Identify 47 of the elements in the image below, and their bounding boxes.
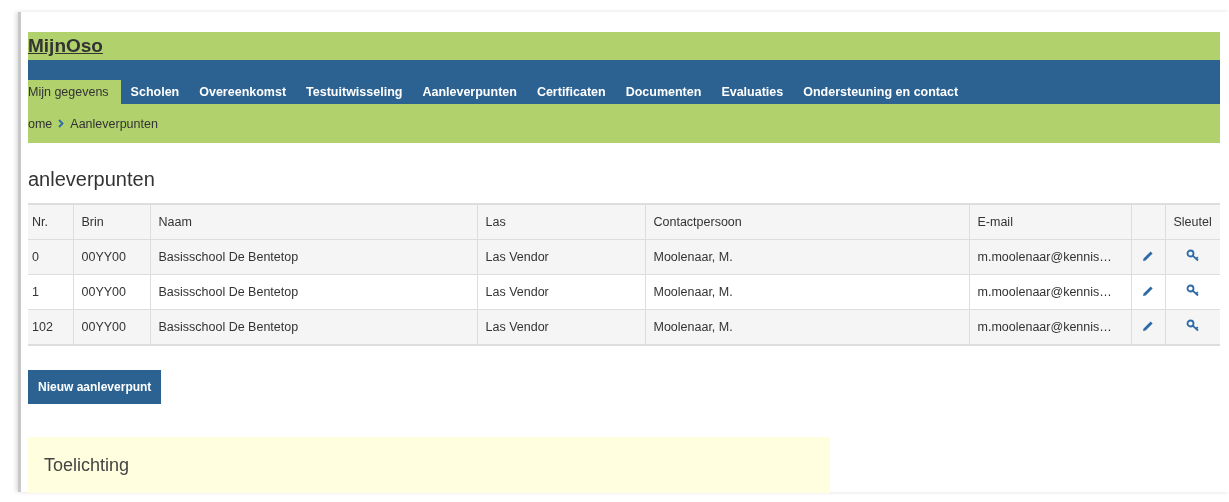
pencil-icon[interactable] bbox=[1142, 319, 1154, 332]
column-header: E-mail bbox=[969, 204, 1131, 240]
table-cell: Basisschool De Bentetop bbox=[150, 239, 477, 275]
table-cell: 00YY00 bbox=[73, 309, 150, 345]
nav-tab[interactable]: Documenten bbox=[615, 80, 712, 104]
column-header: Nr. bbox=[28, 204, 73, 240]
page-heading: anleverpunten bbox=[28, 168, 156, 191]
nav-tab[interactable]: Testuitwisseling bbox=[296, 80, 413, 104]
chevron-icon bbox=[58, 119, 65, 128]
table-cell: m.moolenaar@kennis… bbox=[969, 239, 1131, 275]
nav-tab[interactable]: Certificaten bbox=[526, 80, 616, 104]
key-icon[interactable] bbox=[1185, 284, 1200, 297]
table-cell: 00YY00 bbox=[73, 239, 150, 275]
table-cell: 00YY00 bbox=[73, 274, 150, 310]
table-cell: m.moolenaar@kennis… bbox=[969, 309, 1131, 345]
breadcrumb-link[interactable]: ome bbox=[28, 116, 53, 131]
site-logo[interactable]: MijnOso bbox=[28, 35, 103, 57]
column-header: Sleutel bbox=[1165, 204, 1220, 240]
table-cell: m.moolenaar@kennis… bbox=[969, 274, 1131, 310]
column-header: Brin bbox=[73, 204, 150, 240]
nav-tab[interactable]: Aanleverpunten bbox=[412, 80, 527, 104]
column-header: Contactpersoon bbox=[645, 204, 969, 240]
table-cell: Basisschool De Bentetop bbox=[150, 274, 477, 310]
nav-tab[interactable]: Scholen bbox=[120, 80, 190, 104]
nav-tab[interactable]: Mijn gegevens bbox=[28, 80, 121, 104]
column-header: Naam bbox=[150, 204, 477, 240]
table-cell: Basisschool De Bentetop bbox=[150, 309, 477, 345]
new-delivery-point-button[interactable]: Nieuw aanleverpunt bbox=[28, 370, 162, 404]
pencil-icon[interactable] bbox=[1142, 249, 1154, 262]
table-cell: Las Vendor bbox=[477, 309, 645, 345]
note-title: Toelichting bbox=[44, 454, 130, 476]
key-icon[interactable] bbox=[1185, 319, 1200, 332]
key-icon[interactable] bbox=[1185, 249, 1200, 262]
table-cell: Moolenaar, M. bbox=[645, 239, 969, 275]
table-cell: 102 bbox=[28, 309, 73, 345]
table-cell: 1 bbox=[28, 274, 73, 310]
column-header: Las bbox=[477, 204, 645, 240]
table-cell: Moolenaar, M. bbox=[645, 274, 969, 310]
table-cell: 0 bbox=[28, 239, 73, 275]
table-cell: Moolenaar, M. bbox=[645, 309, 969, 345]
nav-tab[interactable]: Overeenkomst bbox=[189, 80, 297, 104]
pencil-icon[interactable] bbox=[1142, 284, 1154, 297]
nav-tab[interactable]: Evaluaties bbox=[711, 80, 794, 104]
table-cell: Las Vendor bbox=[477, 274, 645, 310]
table-cell: Las Vendor bbox=[477, 239, 645, 275]
breadcrumb-current: Aanleverpunten bbox=[70, 116, 158, 131]
nav-tab[interactable]: Ondersteuning en contact bbox=[793, 80, 969, 104]
